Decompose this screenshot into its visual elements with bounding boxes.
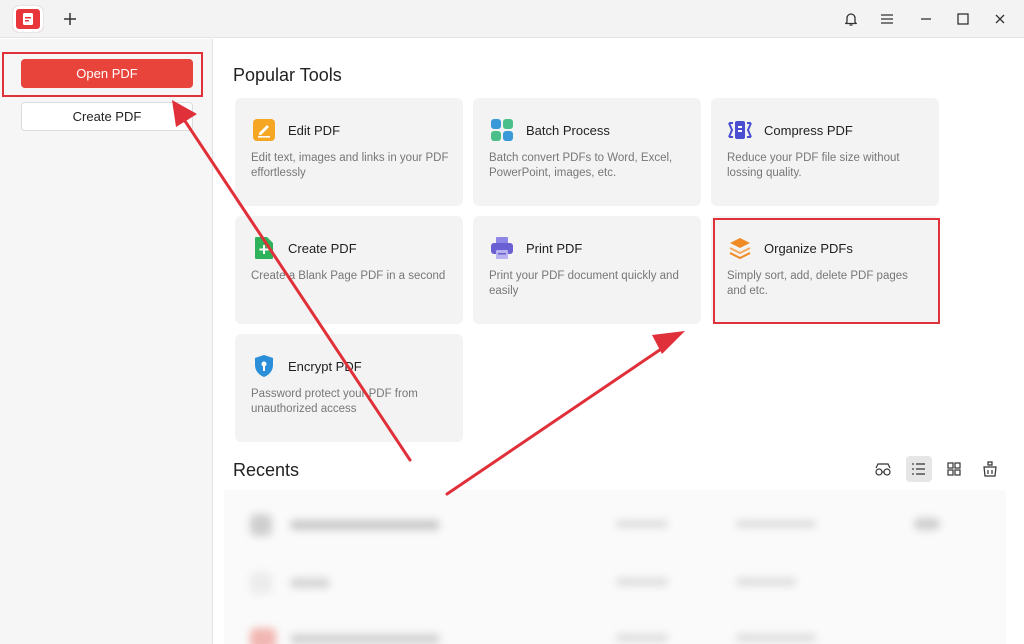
- tool-title: Batch Process: [526, 123, 610, 138]
- recents-title: Recents: [233, 460, 300, 480]
- list-item[interactable]: [224, 612, 1006, 644]
- maximize-icon[interactable]: [953, 9, 973, 29]
- tool-description: Edit text, images and links in your PDF …: [251, 152, 449, 179]
- tool-title: Print PDF: [526, 241, 583, 256]
- list-item[interactable]: [224, 556, 1006, 606]
- encrypt-pdf-icon: [251, 353, 277, 379]
- tool-card-create-pdf[interactable]: Create PDF Create a Blank Page PDF in a …: [235, 216, 463, 324]
- tool-title: Compress PDF: [764, 123, 853, 138]
- glasses-icon[interactable]: [870, 456, 896, 482]
- tool-description: Reduce your PDF file size without lossin…: [727, 152, 900, 179]
- batch-process-icon: [489, 117, 515, 143]
- tool-card-edit-pdf[interactable]: Edit PDF Edit text, images and links in …: [235, 98, 463, 206]
- close-icon[interactable]: [990, 9, 1010, 29]
- minimize-icon[interactable]: [916, 9, 936, 29]
- tool-description: Simply sort, add, delete PDF pages and e…: [727, 270, 908, 297]
- tool-card-compress-pdf[interactable]: Compress PDF Reduce your PDF file size w…: [711, 98, 939, 206]
- recents-list: [224, 490, 1006, 644]
- edit-pdf-icon: [251, 117, 277, 143]
- arrow-to-organize-pdfs: [445, 331, 685, 496]
- tool-title: Edit PDF: [288, 123, 341, 138]
- tool-card-batch-process[interactable]: Batch Process Batch convert PDFs to Word…: [473, 98, 701, 206]
- create-pdf-icon: [251, 235, 277, 261]
- list-item[interactable]: [224, 498, 1006, 548]
- tool-card-print-pdf[interactable]: Print PDF Print your PDF document quickl…: [473, 216, 701, 324]
- tool-card-organize-pdfs[interactable]: Organize PDFs Simply sort, add, delete P…: [711, 216, 939, 324]
- tool-description: Batch convert PDFs to Word, Excel, Power…: [489, 152, 673, 179]
- open-pdf-button[interactable]: Open PDF: [21, 59, 193, 88]
- popular-tools-title: Popular Tools: [233, 65, 342, 85]
- create-pdf-button[interactable]: Create PDF: [21, 102, 193, 131]
- tool-description: Password protect your PDF from unauthori…: [251, 388, 418, 415]
- tool-title: Encrypt PDF: [288, 359, 362, 374]
- tool-description: Print your PDF document quickly and easi…: [489, 270, 679, 297]
- grid-view-icon[interactable]: [941, 456, 967, 482]
- print-pdf-icon: [489, 235, 515, 261]
- compress-pdf-icon: [727, 117, 753, 143]
- tool-title: Create PDF: [288, 241, 357, 256]
- sidebar: Open PDF Create PDF: [0, 39, 213, 644]
- tool-card-encrypt-pdf[interactable]: Encrypt PDF Password protect your PDF fr…: [235, 334, 463, 442]
- clean-icon[interactable]: [977, 456, 1003, 482]
- title-bar: [0, 0, 1024, 38]
- menu-icon[interactable]: [877, 9, 897, 29]
- organize-pdfs-icon: [727, 235, 753, 261]
- tool-description: Create a Blank Page PDF in a second: [251, 270, 446, 282]
- list-view-icon[interactable]: [906, 456, 932, 482]
- plus-icon[interactable]: [60, 9, 80, 29]
- tool-title: Organize PDFs: [764, 241, 853, 256]
- pdf-app-logo-icon[interactable]: [13, 6, 43, 32]
- bell-icon[interactable]: [841, 9, 861, 29]
